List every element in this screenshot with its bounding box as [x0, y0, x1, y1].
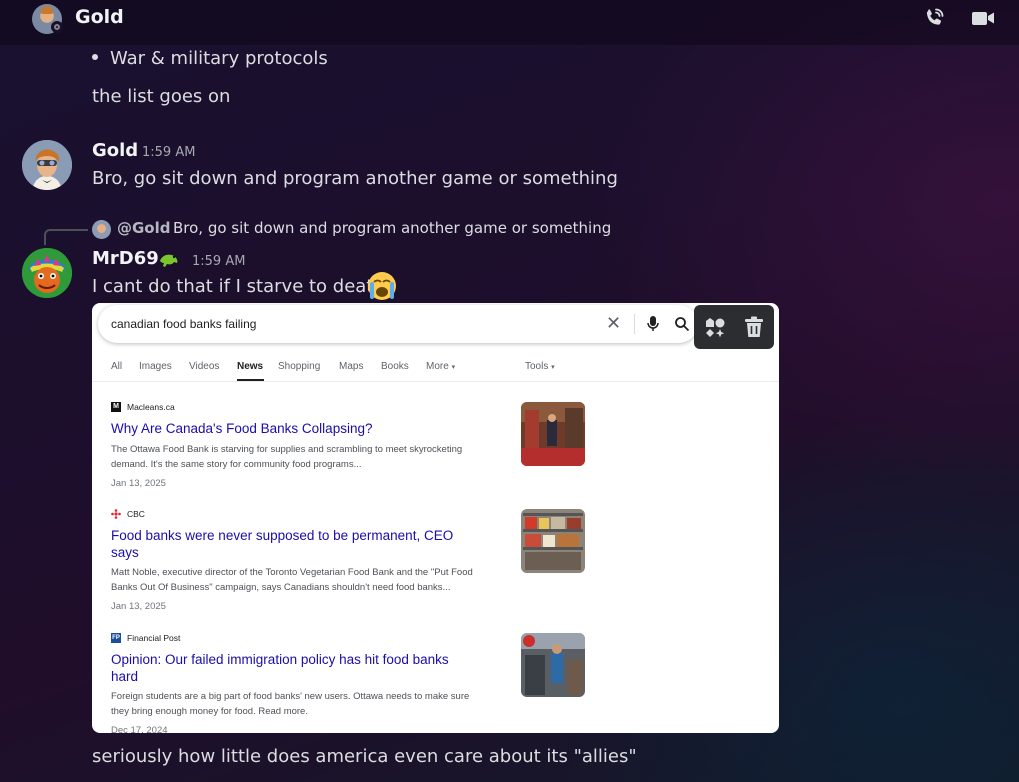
- caret-down-icon: ▾: [451, 364, 456, 371]
- search-tabs: All Images Videos News Shopping Maps Boo…: [111, 361, 771, 381]
- microphone-icon: [647, 316, 659, 331]
- result-snippet-line: Matt Noble, executive director of the To…: [111, 567, 473, 578]
- message-author[interactable]: Gold: [92, 140, 138, 161]
- phone-call-icon[interactable]: [921, 6, 947, 30]
- result-title: Opinion: Our failed immigration policy h…: [111, 652, 449, 667]
- channel-header: Gold: [0, 0, 1019, 46]
- video-camera-icon[interactable]: [970, 6, 996, 30]
- result-thumbnail: [521, 509, 585, 573]
- tab-news: News: [237, 361, 264, 372]
- bullet-item: War & military protocols: [92, 48, 328, 69]
- tabs-divider: [92, 381, 779, 382]
- reply-connector: [44, 229, 88, 245]
- gold-avatar-icon: [22, 140, 72, 190]
- result-title: Why Are Canada's Food Banks Collapsing?: [111, 421, 373, 436]
- tab-more-label: More: [426, 361, 449, 372]
- macleans-favicon-icon: M: [111, 401, 121, 412]
- financial-post-favicon-icon: FP: [111, 632, 121, 643]
- result-source-name: Macleans.ca: [127, 402, 175, 412]
- avatar[interactable]: [22, 248, 72, 298]
- bullet-dot-icon: [92, 54, 98, 60]
- result-snippet-line: demand. It's the same story for communit…: [111, 459, 362, 470]
- result-title-continued: says: [111, 545, 139, 560]
- offline-status-icon: [51, 21, 63, 33]
- message-timestamp[interactable]: 1:59 AM: [192, 254, 245, 269]
- caret-down-icon: ▾: [551, 364, 555, 371]
- search-query: canadian food banks failing: [111, 317, 257, 331]
- result-title-continued: hard: [111, 669, 139, 684]
- cbc-favicon-icon: [111, 508, 121, 519]
- lizard-badge-icon[interactable]: [157, 249, 181, 269]
- search-icon: [675, 317, 690, 332]
- avatar[interactable]: [22, 140, 72, 190]
- message-author[interactable]: MrD69: [92, 248, 159, 269]
- result-source-name: CBC: [127, 509, 145, 519]
- tab-images: Images: [139, 361, 172, 372]
- message-text: Bro, go sit down and program another gam…: [92, 168, 618, 189]
- message-text: I cant do that if I starve to death: [92, 276, 385, 297]
- tab-more: More ▾: [426, 361, 455, 372]
- mrd69-avatar-icon: [22, 248, 72, 298]
- sparkle-shapes-icon[interactable]: [704, 317, 726, 339]
- channel-title: Gold: [75, 6, 124, 28]
- tab-maps: Maps: [339, 361, 364, 372]
- image-attachment[interactable]: canadian food banks failing ✕ All Images: [92, 303, 779, 733]
- tab-tools: Tools ▾: [525, 361, 555, 372]
- reply-mention[interactable]: @Gold: [117, 219, 171, 237]
- bullet-text: War & military protocols: [110, 48, 328, 69]
- tab-all: All: [111, 361, 123, 372]
- result-title: Food banks were never supposed to be per…: [111, 528, 454, 543]
- tab-shopping: Shopping: [278, 361, 321, 372]
- result-thumbnail: [521, 402, 585, 466]
- result-source: M Macleans.ca: [111, 401, 175, 413]
- attachment-actions: [694, 305, 774, 349]
- trash-icon[interactable]: [744, 316, 764, 338]
- result-snippet-line: The Ottawa Food Bank is starving for sup…: [111, 444, 463, 455]
- result-source: FP Financial Post: [111, 632, 181, 644]
- result-snippet-line: Foreign students are a big part of food …: [111, 691, 470, 702]
- result-date: Dec 17, 2024: [111, 725, 168, 733]
- message-timestamp[interactable]: 1:59 AM: [142, 145, 195, 160]
- clear-icon: ✕: [606, 313, 622, 333]
- tab-books: Books: [381, 361, 409, 372]
- result-snippet-line: Banks Out Of Business" campaign, says Ca…: [111, 582, 451, 593]
- result-snippet-line: they bring enough money for food. Read m…: [111, 706, 308, 717]
- result-date: Jan 13, 2025: [111, 601, 166, 612]
- reply-preview-text[interactable]: Bro, go sit down and program another gam…: [173, 219, 611, 237]
- tab-videos: Videos: [189, 361, 220, 372]
- google-search-box: canadian food banks failing ✕: [98, 305, 698, 343]
- loudly-crying-face-icon[interactable]: [367, 271, 397, 301]
- search-divider: [634, 314, 635, 334]
- result-source-name: Financial Post: [127, 633, 181, 643]
- result-thumbnail: [521, 633, 585, 697]
- result-source: CBC: [111, 508, 145, 520]
- result-date: Jan 13, 2025: [111, 478, 166, 489]
- tab-tools-label: Tools: [525, 361, 549, 372]
- message-text: the list goes on: [92, 86, 231, 107]
- message-text: seriously how little does america even c…: [92, 746, 637, 767]
- reply-avatar[interactable]: [92, 220, 111, 239]
